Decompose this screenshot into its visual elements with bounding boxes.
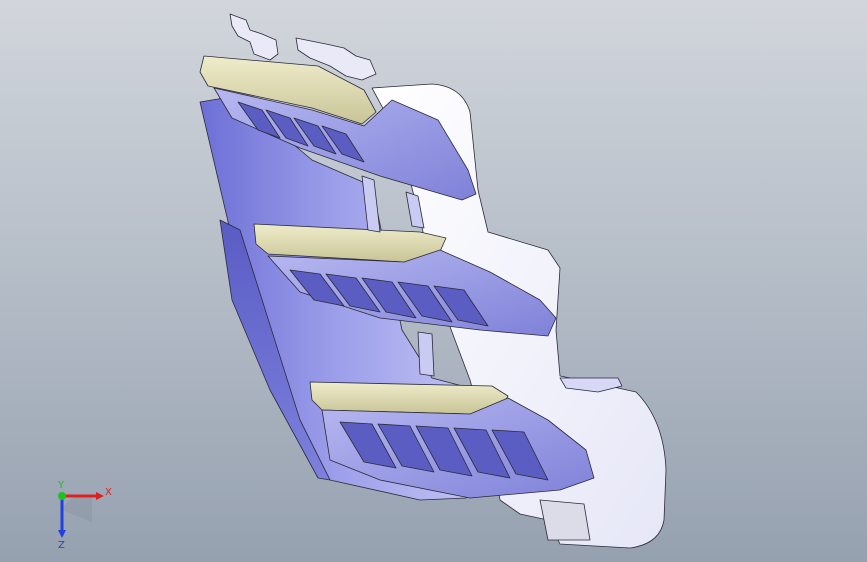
strut-lower <box>417 331 435 377</box>
x-axis-label: X <box>105 487 112 498</box>
x-axis-arrowhead-icon <box>96 492 104 500</box>
vent-grille-model[interactable] <box>199 13 667 549</box>
z-axis-arrowhead-icon <box>58 530 66 538</box>
top-clip-left <box>229 13 279 61</box>
triad-backdrop-icon <box>62 495 92 522</box>
y-axis-label: Y <box>57 480 65 491</box>
z-axis-label: Z <box>58 540 65 551</box>
y-axis-dot-icon <box>58 492 66 500</box>
axis-triad: X Y Z <box>57 480 112 551</box>
cad-3d-viewport[interactable]: X Y Z <box>0 0 867 562</box>
mounting-foot <box>539 499 591 541</box>
vane-3-trim <box>309 381 509 415</box>
